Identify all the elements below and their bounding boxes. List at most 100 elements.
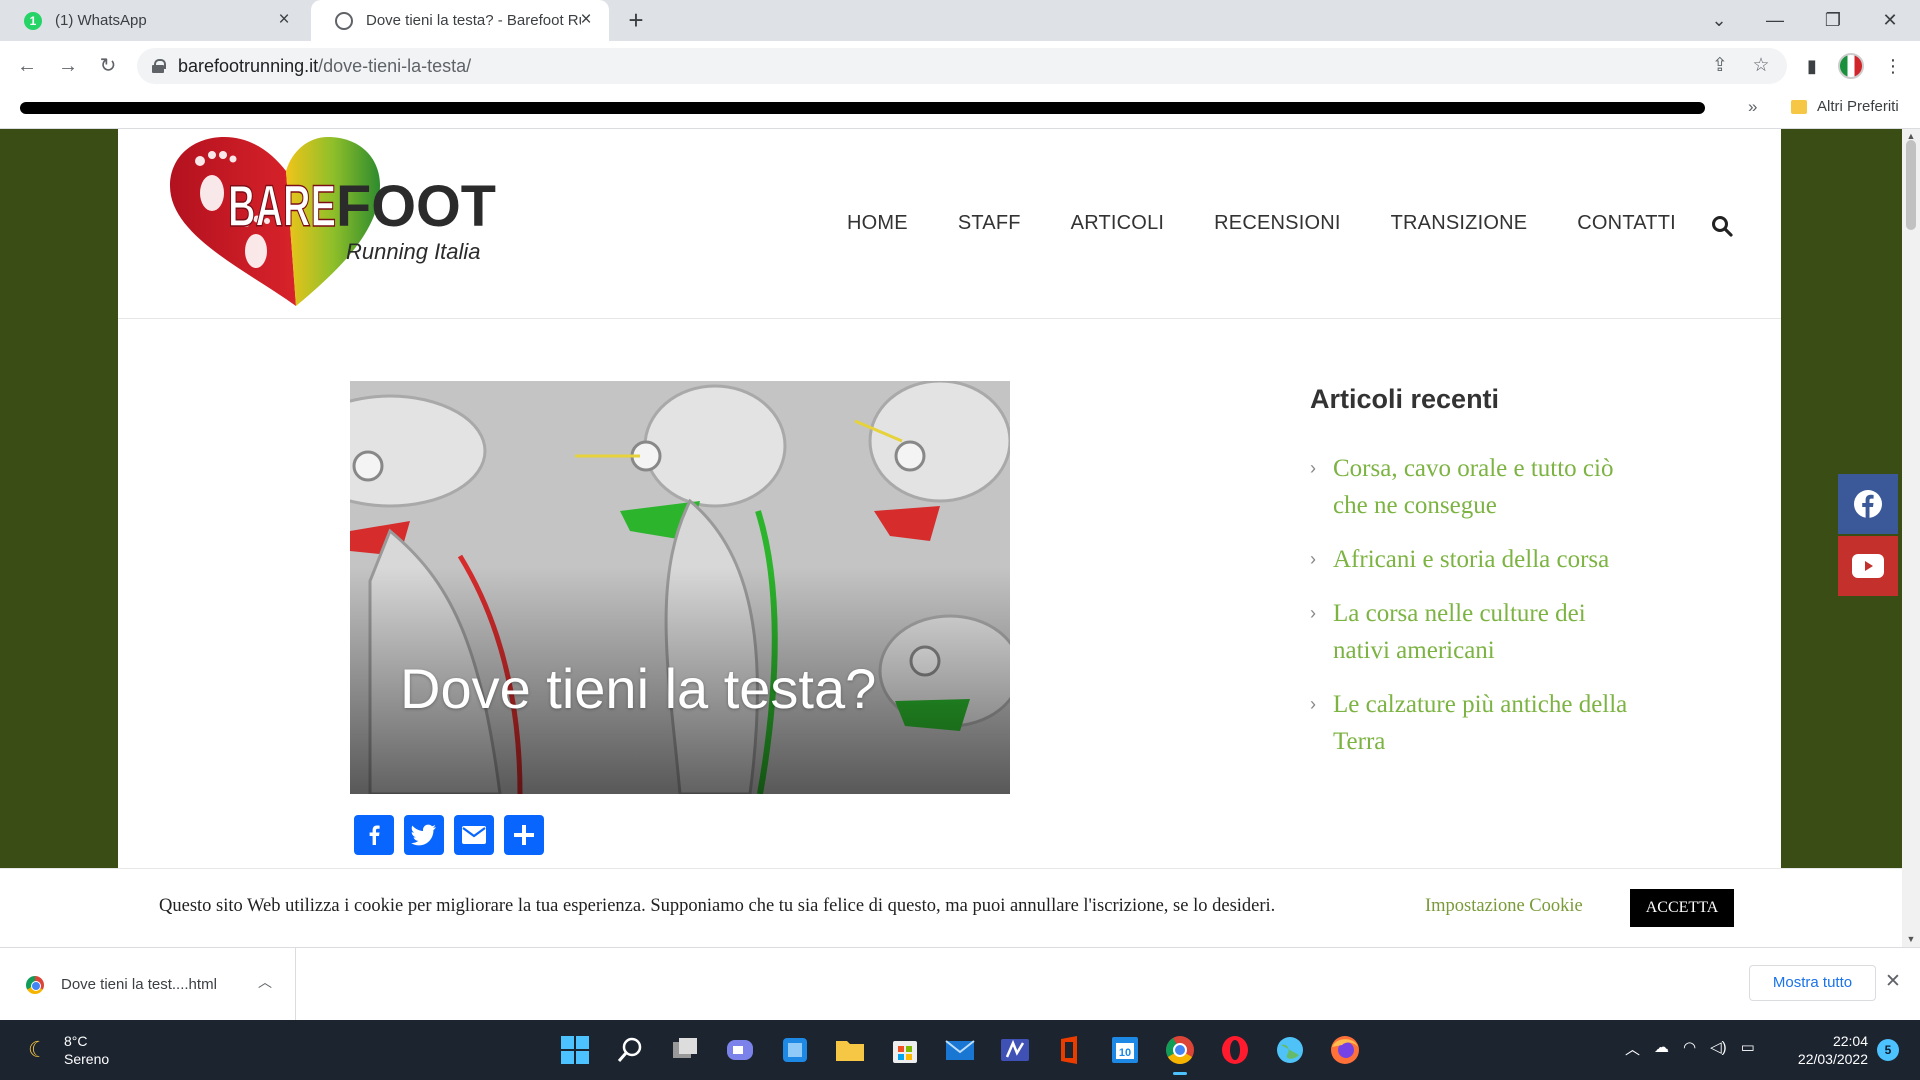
scrollbar-thumb[interactable] xyxy=(1906,140,1916,230)
svg-text:FOOT: FOOT xyxy=(336,174,496,239)
back-arrow-icon[interactable]: ← xyxy=(14,53,40,79)
weather-widget[interactable]: ☾ 8°C Sereno xyxy=(28,1032,109,1068)
moon-icon: ☾ xyxy=(28,1037,48,1062)
chevron-up-tray-icon[interactable]: ︿ xyxy=(1625,1038,1640,1059)
site-header: BARE FOOT Running Italia HOME STAFF ARTI… xyxy=(118,129,1781,319)
nav-transizione[interactable]: TRANSIZIONE xyxy=(1391,212,1528,235)
recent-post-link[interactable]: › Le calzature più antiche della Terra xyxy=(1310,686,1640,760)
minimize-button[interactable]: — xyxy=(1747,0,1803,41)
download-item[interactable]: Dove tieni la test....html ︿ xyxy=(0,948,296,1021)
bookmarks-overflow-icon[interactable]: » xyxy=(1748,97,1757,117)
file-explorer-icon[interactable] xyxy=(833,1033,867,1067)
chrome-file-icon xyxy=(26,976,44,994)
nav-articoli[interactable]: ARTICOLI xyxy=(1071,212,1164,235)
floating-youtube-button[interactable] xyxy=(1838,536,1898,596)
forward-arrow-icon[interactable]: → xyxy=(55,53,81,79)
bookmark-folder-label: Altri Preferiti xyxy=(1817,98,1899,115)
widgets-icon[interactable] xyxy=(778,1033,812,1067)
firefox-icon[interactable] xyxy=(1328,1033,1362,1067)
app-icon[interactable] xyxy=(998,1033,1032,1067)
star-icon[interactable]: ☆ xyxy=(1749,54,1773,78)
recent-posts-list: › Corsa, cavo orale e tutto ciò che ne co… xyxy=(1310,450,1640,760)
close-download-bar-icon[interactable]: ✕ xyxy=(1885,970,1901,993)
barefoot-logo[interactable]: BARE FOOT Running Italia xyxy=(168,131,498,311)
share-email-button[interactable] xyxy=(454,815,494,855)
facebook-circle-icon xyxy=(1854,490,1882,518)
floating-facebook-button[interactable] xyxy=(1838,474,1898,534)
svg-text:10: 10 xyxy=(1119,1047,1131,1059)
folder-icon xyxy=(1791,99,1807,114)
microsoft-store-icon[interactable] xyxy=(888,1033,922,1067)
tab-close-icon[interactable]: × xyxy=(575,9,597,31)
bookmark-folder-other[interactable]: Altri Preferiti xyxy=(1791,98,1899,115)
chevron-up-icon[interactable]: ︿ xyxy=(258,972,272,992)
show-all-downloads-button[interactable]: Mostra tutto xyxy=(1749,965,1876,1001)
email-icon xyxy=(462,826,486,844)
chevron-right-icon: › xyxy=(1310,603,1316,623)
office-icon[interactable] xyxy=(1053,1033,1087,1067)
cloud-offline-icon[interactable]: ☁ xyxy=(1654,1038,1669,1059)
twitter-icon xyxy=(411,824,436,846)
profile-avatar[interactable] xyxy=(1838,53,1864,79)
tab-search-icon[interactable]: ⌄ xyxy=(1691,0,1747,41)
address-bar[interactable]: barefootrunning.it/dove-tieni-la-testa/ … xyxy=(137,48,1787,84)
battery-icon[interactable]: ▭ xyxy=(1741,1038,1755,1059)
bookmarks-bar: » Altri Preferiti xyxy=(0,91,1920,129)
tab-whatsapp[interactable]: 1 (1) WhatsApp × xyxy=(0,0,307,41)
mail-icon[interactable] xyxy=(943,1033,977,1067)
weather-temperature: 8°C xyxy=(64,1033,88,1049)
recent-post-link[interactable]: › Corsa, cavo orale e tutto ciò che ne co… xyxy=(1310,450,1640,524)
weather-condition: Sereno xyxy=(64,1051,110,1067)
nav-staff[interactable]: STAFF xyxy=(958,212,1021,235)
clock-time: 22:04 xyxy=(1832,1033,1868,1049)
nav-recensioni[interactable]: RECENSIONI xyxy=(1214,212,1340,235)
redacted-bookmarks xyxy=(20,102,1705,114)
youtube-icon xyxy=(1852,554,1884,578)
reload-icon[interactable]: ↻ xyxy=(95,53,121,79)
share-facebook-button[interactable] xyxy=(354,815,394,855)
featured-image[interactable]: Dove tieni la testa? xyxy=(350,381,1010,794)
recent-post-link[interactable]: › Africani e storia della corsa xyxy=(1310,541,1640,578)
chrome-icon[interactable] xyxy=(1163,1033,1197,1075)
share-more-button[interactable] xyxy=(504,815,544,855)
opera-icon[interactable] xyxy=(1218,1033,1252,1067)
volume-icon[interactable]: ◁) xyxy=(1710,1038,1727,1059)
notification-badge[interactable]: 5 xyxy=(1877,1039,1899,1061)
close-window-button[interactable]: ✕ xyxy=(1862,0,1918,41)
download-file-name: Dove tieni la test....html xyxy=(61,976,217,993)
globe-app-icon[interactable] xyxy=(1273,1033,1307,1067)
tab-strip: 1 (1) WhatsApp × Dove tieni la testa? - … xyxy=(0,0,1920,41)
calendar-icon[interactable]: 10 xyxy=(1108,1033,1142,1067)
svg-text:BARE: BARE xyxy=(228,174,336,239)
cookie-settings-link[interactable]: Impostazione Cookie xyxy=(1425,896,1583,917)
teams-chat-icon[interactable] xyxy=(723,1033,757,1067)
search-icon[interactable] xyxy=(1711,215,1733,237)
new-tab-button[interactable]: + xyxy=(622,6,650,34)
share-twitter-button[interactable] xyxy=(404,815,444,855)
nav-home[interactable]: HOME xyxy=(847,212,908,235)
tab-barefoot[interactable]: Dove tieni la testa? - Barefoot Running … xyxy=(311,0,609,41)
search-taskbar-icon[interactable] xyxy=(613,1033,647,1067)
cookie-message: Questo sito Web utilizza i cookie per mi… xyxy=(159,896,1276,916)
windows-start-icon[interactable] xyxy=(558,1033,592,1067)
cookie-consent-bar: Questo sito Web utilizza i cookie per mi… xyxy=(0,868,1902,947)
wifi-icon[interactable]: ◠ xyxy=(1683,1038,1696,1059)
tab-close-icon[interactable]: × xyxy=(273,9,295,31)
facebook-icon xyxy=(369,825,380,845)
chevron-right-icon: › xyxy=(1310,458,1316,478)
page-scrollbar[interactable]: ▲ ▼ xyxy=(1902,129,1920,947)
site-container: BARE FOOT Running Italia HOME STAFF ARTI… xyxy=(118,129,1781,947)
nav-contatti[interactable]: CONTATTI xyxy=(1577,212,1676,235)
cookie-accept-button[interactable]: ACCETTA xyxy=(1630,889,1734,927)
share-icon[interactable]: ⇪ xyxy=(1708,54,1732,78)
taskbar-clock[interactable]: 22:04 22/03/2022 xyxy=(1790,1032,1868,1068)
menu-kebab-icon[interactable]: ⋮ xyxy=(1880,53,1906,79)
recent-post-link[interactable]: › La corsa nelle culture dei nativi ameri… xyxy=(1310,595,1640,669)
globe-icon xyxy=(335,12,353,30)
side-panel-icon[interactable]: ▮ xyxy=(1799,53,1825,79)
url-text[interactable]: barefootrunning.it/dove-tieni-la-testa/ xyxy=(178,56,471,77)
task-view-icon[interactable] xyxy=(668,1033,702,1067)
scroll-down-icon[interactable]: ▼ xyxy=(1906,934,1916,944)
lock-icon[interactable] xyxy=(152,59,166,73)
restore-button[interactable]: ❐ xyxy=(1805,0,1861,41)
